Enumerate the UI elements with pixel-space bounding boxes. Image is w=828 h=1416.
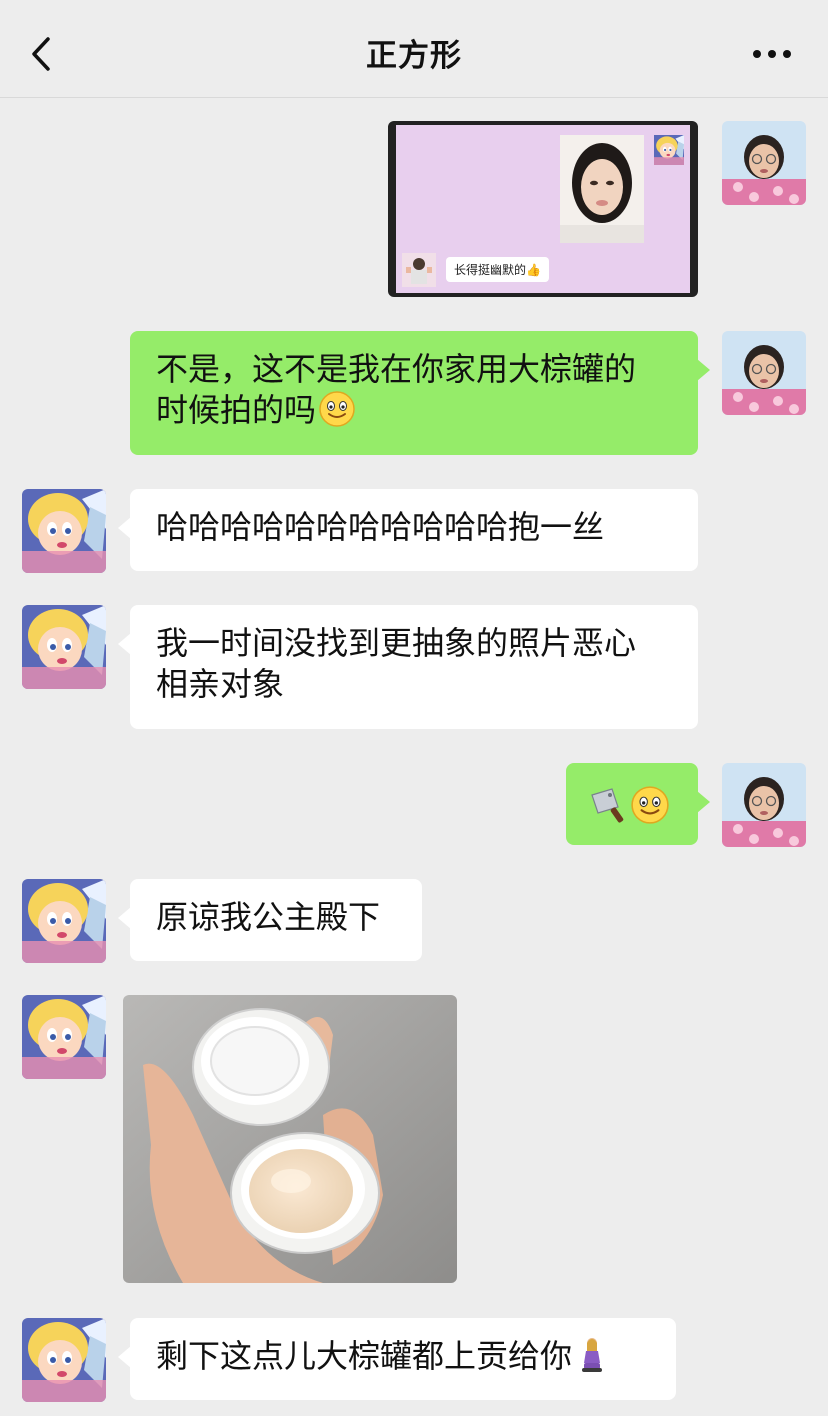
message-bubble[interactable]: 不是，这不是我在你家用大棕罐的 时候拍的吗 [130, 331, 710, 455]
screenshot-caption: 长得挺幽默的 [454, 263, 527, 277]
message-row [0, 995, 828, 1285]
message-row: 剩下这点儿大棕罐都上贡给你 [0, 1318, 828, 1402]
smile-emoji-icon [319, 391, 355, 427]
chat-title: 正方形 [366, 38, 462, 74]
message-row: 原谅我公主殿下 [0, 879, 828, 963]
message-text: 相亲对象 [156, 665, 285, 703]
message-row [0, 763, 828, 847]
message-text: 不是，这不是我在你家用大棕罐的 [156, 350, 637, 388]
message-row: 不是，这不是我在你家用大棕罐的 时候拍的吗 [0, 331, 828, 455]
message-bubble[interactable]: 哈哈哈哈哈哈哈哈哈哈哈抱一丝 [118, 489, 698, 571]
message-bubble[interactable] [566, 763, 710, 845]
smile-emoji-icon [631, 786, 669, 824]
screenshot-content: 长得挺幽默的👍 [396, 125, 690, 293]
chat-header: 正方形 [0, 0, 828, 98]
contact-avatar[interactable] [22, 489, 106, 573]
screenshot-image[interactable]: 长得挺幽默的👍 [388, 121, 698, 297]
my-avatar[interactable] [722, 763, 806, 847]
message-text: 时候拍的吗 [156, 390, 674, 431]
bubble-tail [118, 633, 131, 655]
message-text: 剩下这点儿大棕罐都上贡给你 [156, 1337, 573, 1375]
message-bubble[interactable]: 剩下这点儿大棕罐都上贡给你 [118, 1318, 676, 1400]
sender-avatar-thumbnail [402, 253, 436, 287]
bubble-tail [697, 791, 710, 813]
my-avatar[interactable] [722, 121, 806, 205]
thumbs-up-icon: 👍 [526, 263, 541, 277]
small-avatar [654, 135, 684, 165]
message-text: 哈哈哈哈哈哈哈哈哈哈哈抱一丝 [156, 508, 605, 546]
contact-avatar[interactable] [22, 879, 106, 963]
message-row: 哈哈哈哈哈哈哈哈哈哈哈抱一丝 [0, 489, 828, 573]
bubble-tail [118, 517, 131, 539]
message-bubble[interactable]: 原谅我公主殿下 [118, 879, 422, 961]
bubble-tail [118, 907, 131, 929]
message-text: 原谅我公主殿下 [156, 898, 381, 936]
message-text-line: 时候拍的吗 [156, 391, 317, 429]
contact-avatar[interactable] [22, 605, 106, 689]
screenshot-caption-bubble: 长得挺幽默的👍 [446, 257, 549, 282]
face-photo-thumbnail [560, 135, 644, 243]
cream-jar-photo[interactable] [123, 995, 457, 1283]
message-row: 长得挺幽默的👍 [0, 121, 828, 301]
message-text: 我一时间没找到更抽象的照片恶心 [156, 624, 637, 662]
contact-avatar[interactable] [22, 995, 106, 1079]
my-avatar[interactable] [722, 331, 806, 415]
message-row: 我一时间没找到更抽象的照片恶心 相亲对象 [0, 605, 828, 729]
kneeling-person-emoji-icon [582, 1338, 603, 1372]
ellipsis-icon[interactable] [748, 44, 796, 64]
bubble-tail [697, 359, 710, 381]
cleaver-emoji-icon [591, 788, 624, 823]
message-bubble[interactable]: 我一时间没找到更抽象的照片恶心 相亲对象 [118, 605, 698, 729]
bubble-tail [118, 1346, 131, 1368]
contact-avatar[interactable] [22, 1318, 106, 1402]
